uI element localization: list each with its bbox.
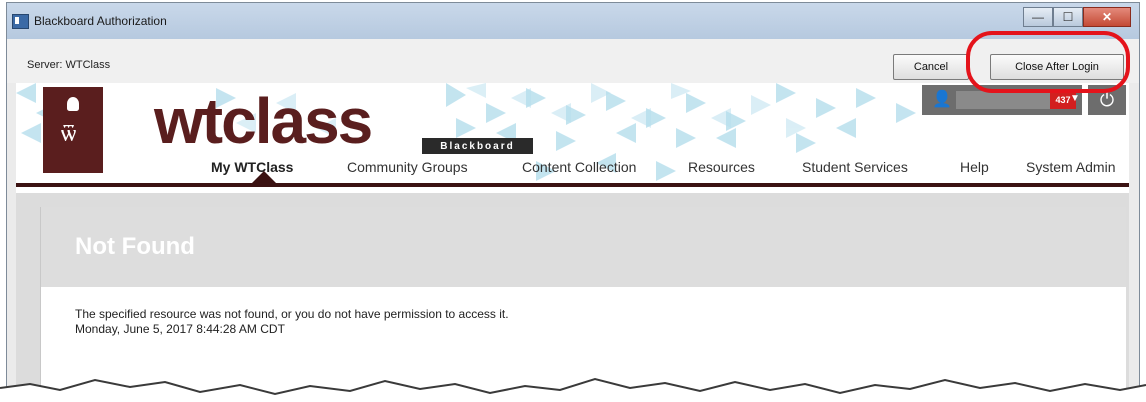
wt-emblem-icon: ѿ <box>61 119 77 147</box>
error-message: The specified resource was not found, or… <box>75 307 509 321</box>
nav-community-groups[interactable]: Community Groups <box>347 159 468 175</box>
user-name <box>956 91 1050 109</box>
error-timestamp: Monday, June 5, 2017 8:44:28 AM CDT <box>75 322 285 336</box>
blackboard-header: ѿ wtclass Blackboard 👤 437 ▼ ⏻ My WTClas… <box>16 83 1129 193</box>
window-controls: — ☐ ✕ <box>1023 7 1131 27</box>
active-nav-indicator <box>252 171 276 183</box>
nav-help[interactable]: Help <box>960 159 989 175</box>
cancel-button[interactable]: Cancel <box>893 54 969 80</box>
nav-underline <box>16 183 1129 187</box>
flame-icon <box>67 97 79 111</box>
nav-content-collection[interactable]: Content Collection <box>522 159 636 175</box>
highlight-annotation <box>966 31 1130 93</box>
brand-wordmark: wtclass <box>154 85 373 157</box>
user-icon: 👤 <box>932 91 952 108</box>
nav-student-services[interactable]: Student Services <box>802 159 908 175</box>
server-label: Server: WTClass <box>27 59 111 71</box>
nav-system-admin[interactable]: System Admin <box>1026 159 1115 175</box>
maximize-button[interactable]: ☐ <box>1053 7 1083 27</box>
close-button[interactable]: ✕ <box>1083 7 1131 27</box>
main-nav: My WTClass Community Groups Content Coll… <box>16 151 1129 181</box>
chevron-down-icon[interactable]: ▼ <box>1070 93 1080 104</box>
minimize-button[interactable]: — <box>1023 7 1053 27</box>
window-title: Blackboard Authorization <box>34 14 167 28</box>
page-title: Not Found <box>75 233 195 260</box>
app-icon <box>12 14 29 29</box>
nav-resources[interactable]: Resources <box>688 159 755 175</box>
error-panel-header: Not Found <box>41 207 1126 287</box>
torn-edge <box>0 377 1146 402</box>
title-bar: Blackboard Authorization — ☐ ✕ <box>7 3 1139 40</box>
